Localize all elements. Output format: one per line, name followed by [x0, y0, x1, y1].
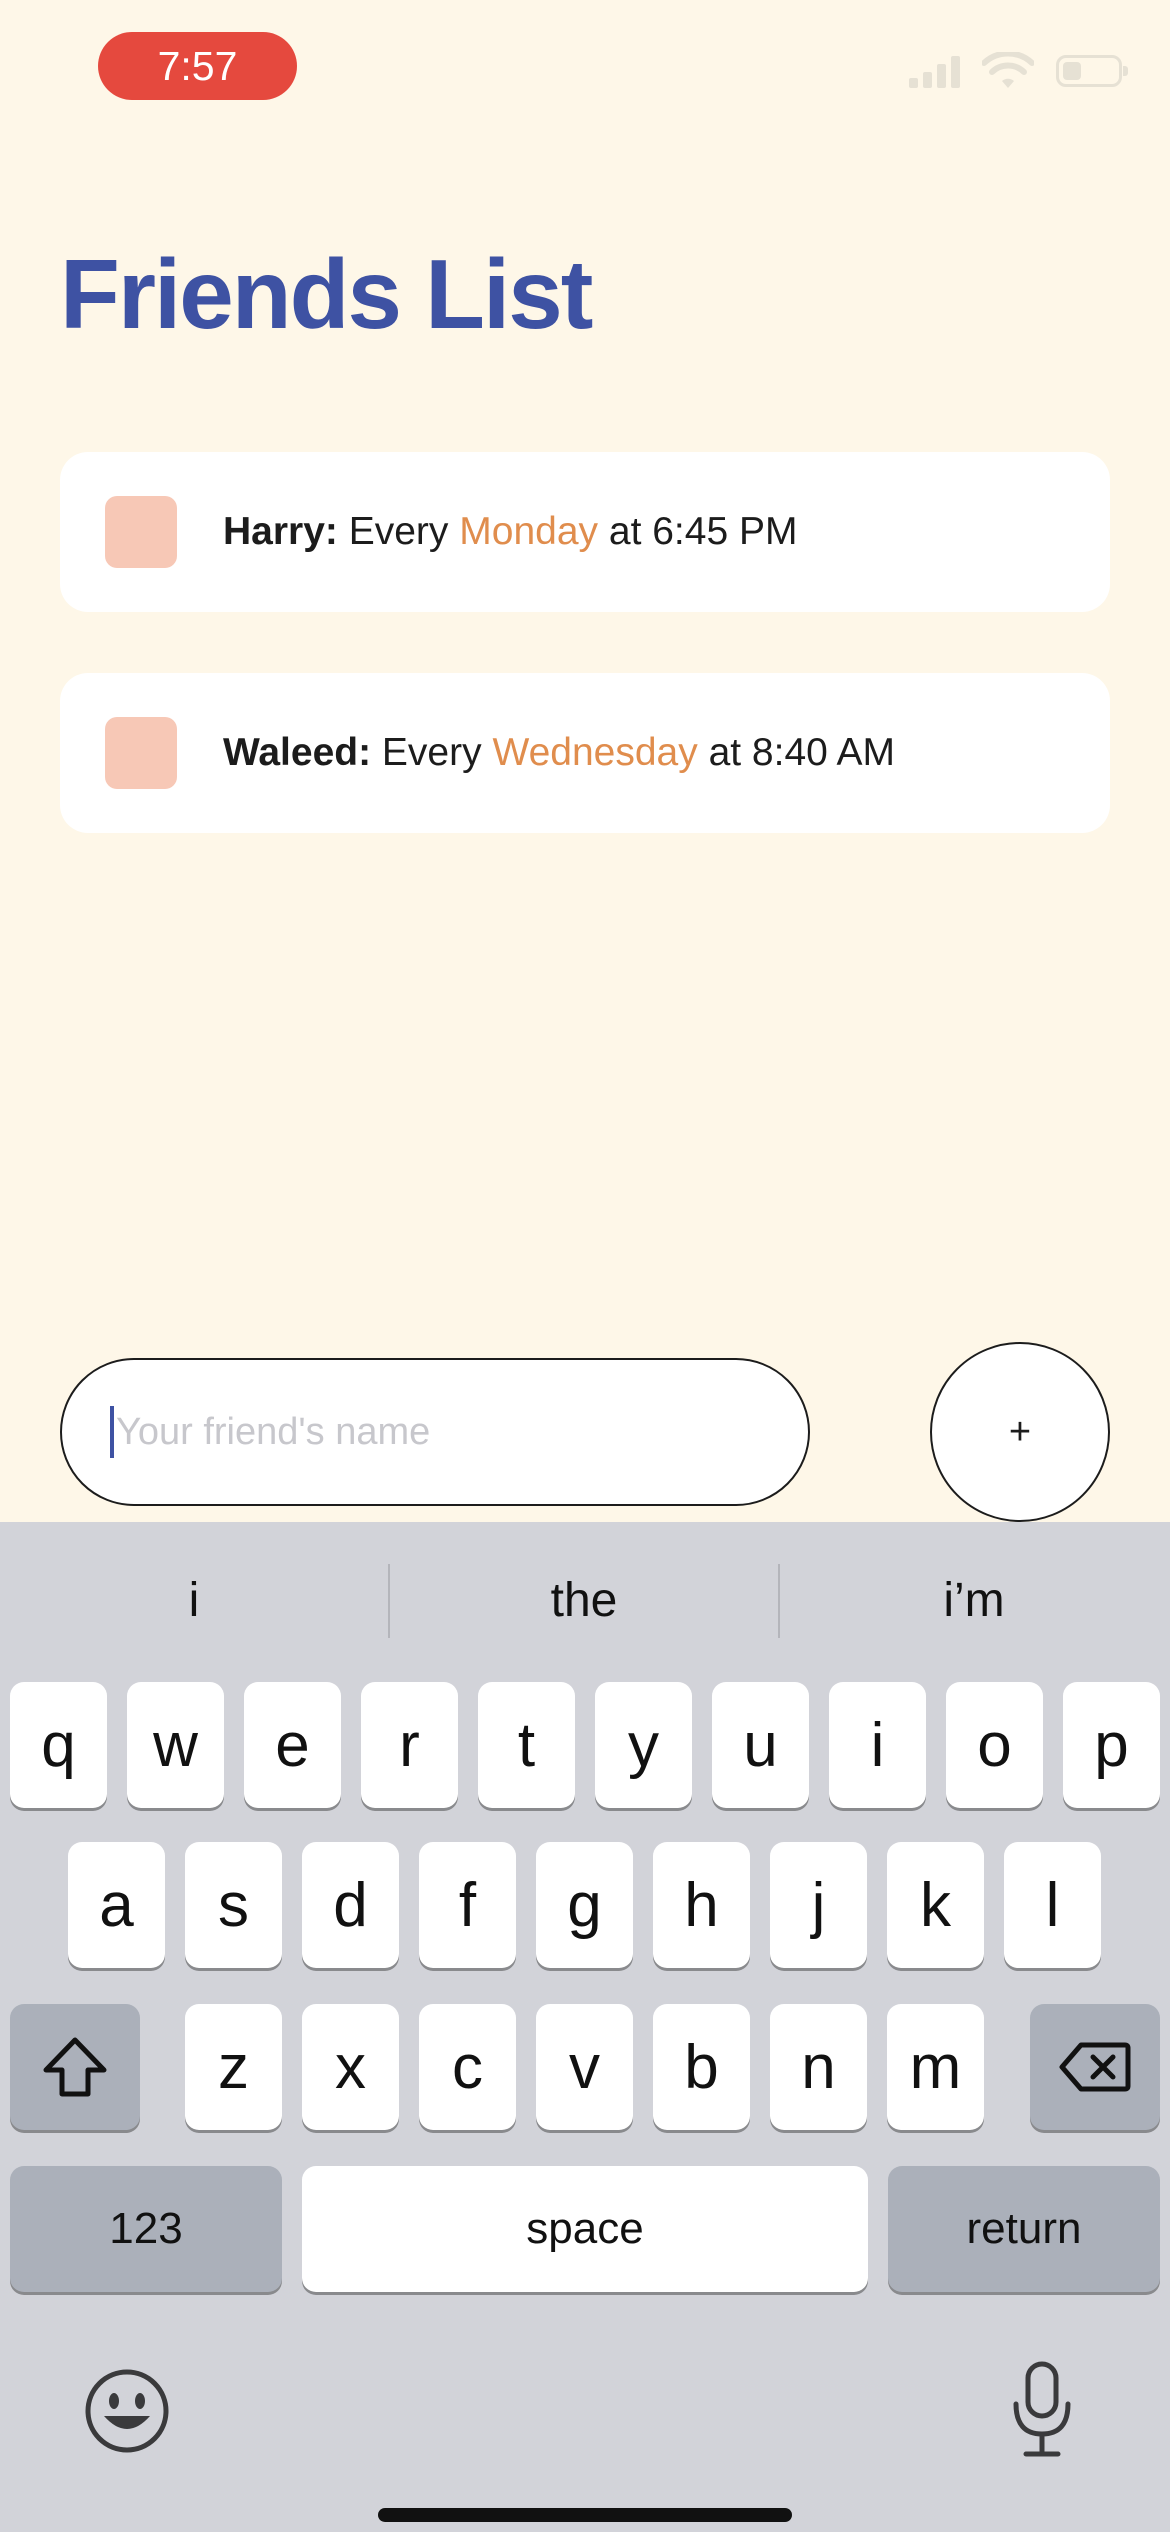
- key-r[interactable]: r: [361, 1682, 458, 1808]
- friend-schedule-text: Harry: Every Monday at 6:45 PM: [223, 510, 797, 554]
- suggestion-item[interactable]: i: [0, 1522, 388, 1678]
- status-icons: [909, 52, 1128, 90]
- key-p[interactable]: p: [1063, 1682, 1160, 1808]
- key-m[interactable]: m: [887, 2004, 984, 2130]
- key-v[interactable]: v: [536, 2004, 633, 2130]
- key-q[interactable]: q: [10, 1682, 107, 1808]
- microphone-icon[interactable]: [1010, 2360, 1074, 2460]
- key-s[interactable]: s: [185, 1842, 282, 1968]
- key-x[interactable]: x: [302, 2004, 399, 2130]
- backspace-icon: [1059, 2042, 1131, 2092]
- key-g[interactable]: g: [536, 1842, 633, 1968]
- emoji-icon[interactable]: [84, 2368, 170, 2454]
- key-z[interactable]: z: [185, 2004, 282, 2130]
- key-i[interactable]: i: [829, 1682, 926, 1808]
- numbers-key[interactable]: 123: [10, 2166, 282, 2292]
- friend-schedule-text: Waleed: Every Wednesday at 8:40 AM: [223, 731, 895, 775]
- friend-prefix: Every: [381, 731, 482, 774]
- home-indicator[interactable]: [378, 2508, 792, 2522]
- page-title: Friends List: [60, 239, 593, 349]
- friend-time: at 8:40 AM: [708, 731, 896, 774]
- add-friend-button[interactable]: +: [930, 1342, 1110, 1522]
- key-t[interactable]: t: [478, 1682, 575, 1808]
- key-n[interactable]: n: [770, 2004, 867, 2130]
- return-key[interactable]: return: [888, 2166, 1160, 2292]
- friend-name-input[interactable]: Your friend's name: [60, 1358, 810, 1506]
- key-w[interactable]: w: [127, 1682, 224, 1808]
- friend-card[interactable]: Harry: Every Monday at 6:45 PM: [60, 452, 1110, 612]
- input-placeholder: Your friend's name: [116, 1410, 431, 1453]
- key-b[interactable]: b: [653, 2004, 750, 2130]
- key-j[interactable]: j: [770, 1842, 867, 1968]
- key-y[interactable]: y: [595, 1682, 692, 1808]
- suggestion-item[interactable]: i’m: [780, 1522, 1168, 1678]
- shift-icon: [43, 2037, 107, 2097]
- battery-icon: [1056, 55, 1128, 87]
- key-a[interactable]: a: [68, 1842, 165, 1968]
- key-k[interactable]: k: [887, 1842, 984, 1968]
- status-time: 7:57: [98, 32, 297, 100]
- friend-time: at 6:45 PM: [608, 510, 798, 553]
- friend-checkbox[interactable]: [105, 717, 177, 789]
- key-o[interactable]: o: [946, 1682, 1043, 1808]
- suggestion-item[interactable]: the: [390, 1522, 778, 1678]
- friend-checkbox[interactable]: [105, 496, 177, 568]
- friend-name: Waleed:: [223, 731, 372, 774]
- friend-card[interactable]: Waleed: Every Wednesday at 8:40 AM: [60, 673, 1110, 833]
- key-c[interactable]: c: [419, 2004, 516, 2130]
- key-u[interactable]: u: [712, 1682, 809, 1808]
- backspace-key[interactable]: [1030, 2004, 1160, 2130]
- wifi-icon: [982, 52, 1034, 88]
- friend-day: Wednesday: [492, 731, 698, 774]
- key-e[interactable]: e: [244, 1682, 341, 1808]
- friend-day: Monday: [459, 510, 599, 553]
- friend-name: Harry:: [223, 510, 338, 553]
- shift-key[interactable]: [10, 2004, 140, 2130]
- cellular-signal-icon: [909, 54, 960, 88]
- suggestion-bar: i the i’m: [0, 1522, 1170, 1678]
- friend-prefix: Every: [348, 510, 449, 553]
- key-d[interactable]: d: [302, 1842, 399, 1968]
- key-h[interactable]: h: [653, 1842, 750, 1968]
- keyboard: i the i’m q w e r t y u i o p a s d f g …: [0, 1522, 1170, 2532]
- space-key[interactable]: space: [302, 2166, 868, 2292]
- key-f[interactable]: f: [419, 1842, 516, 1968]
- text-caret: [110, 1406, 114, 1458]
- key-l[interactable]: l: [1004, 1842, 1101, 1968]
